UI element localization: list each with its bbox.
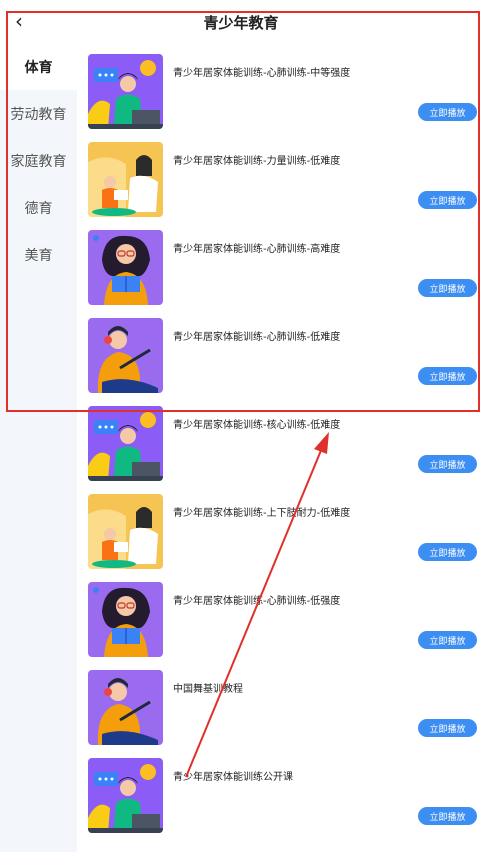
play-button[interactable]: 立即播放: [418, 367, 477, 385]
sidebar-item-labor-education[interactable]: 劳动教育: [0, 91, 77, 137]
course-item[interactable]: 青少年居家体能训练-心肺训练-高难度 立即播放: [77, 220, 482, 308]
course-thumbnail-girl-headphones-icon[interactable]: [88, 318, 163, 393]
play-button[interactable]: 立即播放: [418, 279, 477, 297]
course-item[interactable]: 青少年居家体能训练-核心训练-低难度 立即播放: [77, 396, 482, 484]
course-title: 青少年居家体能训练-上下肢耐力-低难度: [173, 508, 351, 519]
course-item[interactable]: 青少年居家体能训练-上下肢耐力-低难度 立即播放: [77, 484, 482, 572]
course-item[interactable]: 青少年居家体能训练-心肺训练-中等强度 立即播放: [77, 44, 482, 132]
course-title: 青少年居家体能训练-心肺训练-低强度: [173, 596, 341, 607]
course-thumbnail-girl-laptop-icon[interactable]: [88, 758, 163, 833]
course-title: 青少年居家体能训练-力量训练-低难度: [173, 156, 341, 167]
course-thumbnail-girl-headphones-icon[interactable]: [88, 670, 163, 745]
play-button[interactable]: 立即播放: [418, 191, 477, 209]
course-thumbnail-girl-book-icon[interactable]: [88, 582, 163, 657]
top-bar: ‹ 青少年教育: [0, 0, 482, 44]
course-title: 青少年居家体能训练-核心训练-低难度: [173, 420, 341, 431]
sidebar-item-family-education[interactable]: 家庭教育: [0, 138, 77, 184]
course-thumbnail-girl-laptop-icon[interactable]: [88, 54, 163, 129]
course-item[interactable]: 青少年居家体能训练公开课 立即播放: [77, 748, 482, 836]
play-button[interactable]: 立即播放: [418, 103, 477, 121]
play-button[interactable]: 立即播放: [418, 719, 477, 737]
sidebar-item-art-education[interactable]: 美育: [0, 232, 77, 278]
sidebar-item-moral-education[interactable]: 德育: [0, 185, 77, 231]
course-title: 青少年居家体能训练-心肺训练-低难度: [173, 332, 341, 343]
course-thumbnail-mother-child-icon[interactable]: [88, 494, 163, 569]
play-button[interactable]: 立即播放: [418, 543, 477, 561]
course-title: 青少年居家体能训练-心肺训练-中等强度: [173, 68, 351, 79]
sidebar-item-sports[interactable]: 体育: [0, 44, 77, 90]
course-title: 中国舞基训教程: [173, 684, 243, 695]
course-thumbnail-girl-book-icon[interactable]: [88, 230, 163, 305]
play-button[interactable]: 立即播放: [418, 631, 477, 649]
course-item[interactable]: 青少年居家体能训练-力量训练-低难度 立即播放: [77, 132, 482, 220]
course-thumbnail-girl-laptop-icon[interactable]: [88, 406, 163, 481]
course-item[interactable]: 青少年居家体能训练-心肺训练-低强度 立即播放: [77, 572, 482, 660]
play-button[interactable]: 立即播放: [418, 455, 477, 473]
course-title: 青少年居家体能训练-心肺训练-高难度: [173, 244, 341, 255]
course-item[interactable]: 青少年居家体能训练-心肺训练-低难度 立即播放: [77, 308, 482, 396]
page-title: 青少年教育: [203, 14, 279, 32]
course-title: 青少年居家体能训练公开课: [173, 772, 293, 783]
play-button[interactable]: 立即播放: [418, 807, 477, 825]
course-item[interactable]: 中国舞基训教程 立即播放: [77, 660, 482, 748]
course-thumbnail-mother-child-icon[interactable]: [88, 142, 163, 217]
category-sidebar: 体育 劳动教育 家庭教育 德育 美育: [0, 44, 77, 852]
